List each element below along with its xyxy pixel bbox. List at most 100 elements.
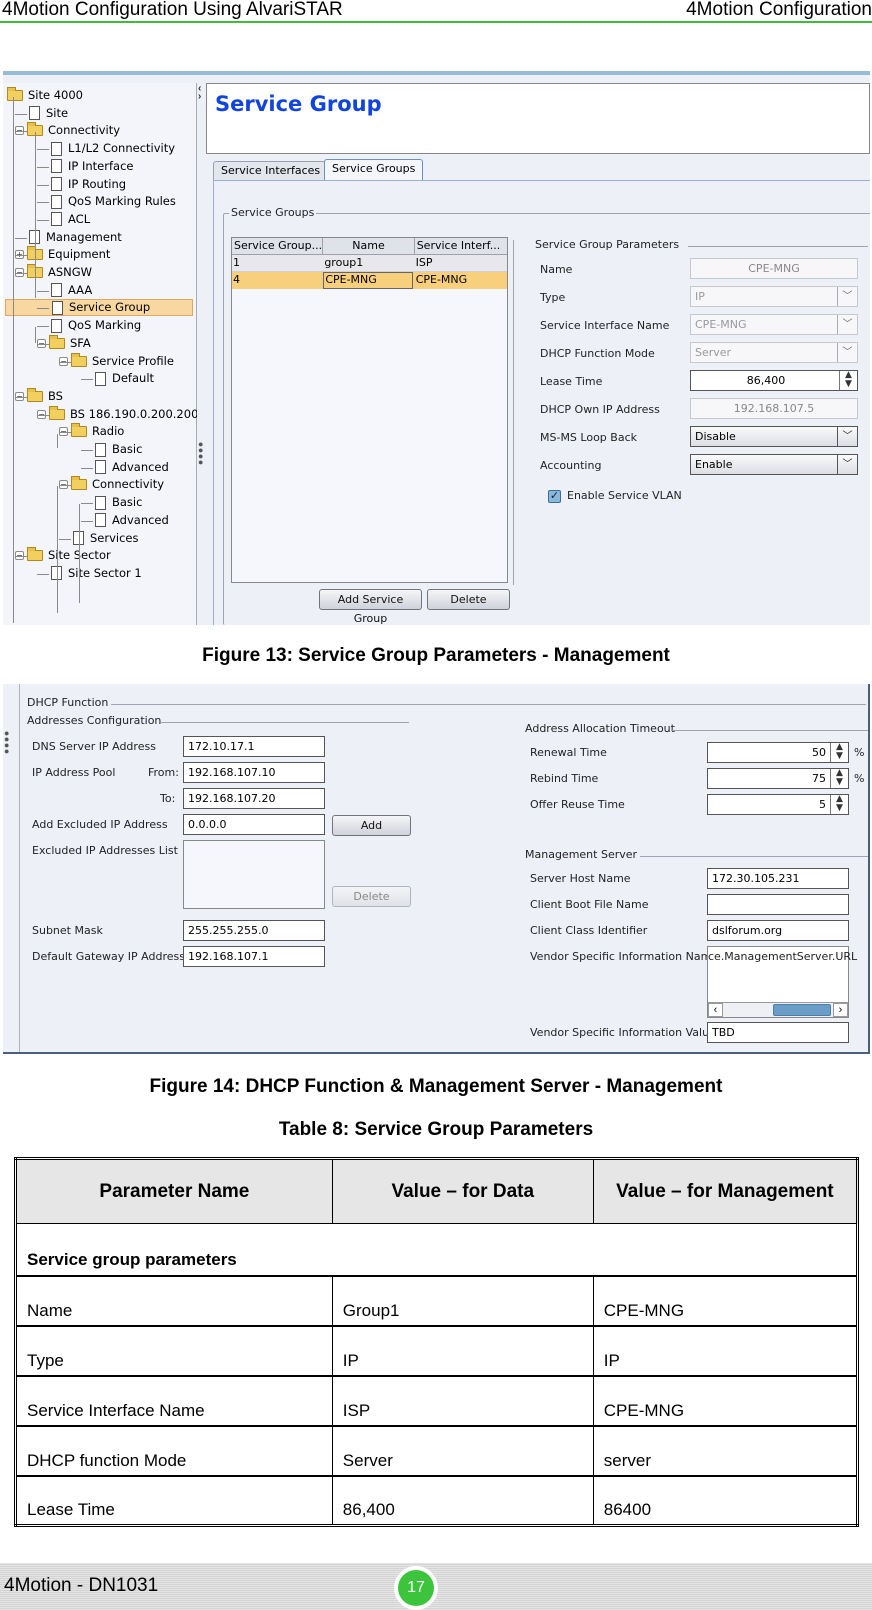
tree-item[interactable]: −BS <box>15 387 63 405</box>
header-divider <box>0 21 872 23</box>
tree-connector <box>57 486 58 613</box>
add-service-group-button[interactable]: Add Service Group <box>319 589 422 625</box>
excluded-list[interactable] <box>183 840 325 909</box>
tree-item[interactable]: −Site Sector <box>15 547 111 564</box>
tree-item[interactable]: Advanced <box>95 459 169 476</box>
type-dropdown[interactable]: IP ﹀ <box>690 286 858 307</box>
grid-column-header[interactable]: Service Interf... <box>414 238 508 255</box>
table-row: Type IP IP <box>15 1325 859 1377</box>
grid-column-header[interactable]: Name <box>323 238 415 255</box>
offer-reuse-spinner[interactable]: 5 ▲ ▼ <box>707 794 849 815</box>
add-excluded-label: Add Excluded IP Address <box>32 818 168 831</box>
grid-row[interactable]: 1 group1 ISP <box>232 255 507 272</box>
tree-item[interactable]: Services <box>73 530 139 547</box>
pool-to-field[interactable]: 192.168.107.20 <box>183 788 325 809</box>
tree-item[interactable]: ACL <box>51 211 90 228</box>
scrollbar-thumb[interactable] <box>773 1004 831 1016</box>
tree-item[interactable]: −Connectivity <box>15 122 120 139</box>
tree-item[interactable]: −Service Profile <box>59 352 174 370</box>
tree-item-label: QoS Marking <box>68 318 142 333</box>
horizontal-scrollbar[interactable]: ‹ › <box>708 1002 848 1017</box>
spinner-arrows-icon[interactable]: ▲ ▼ <box>830 795 848 814</box>
tree-item[interactable]: QoS Marking Rules <box>51 193 176 210</box>
lease-time-spinner[interactable]: 86,400 ▲ ▼ <box>690 370 858 391</box>
vendor-name-textarea[interactable]: ce.ManagementServer.URL ‹ › <box>707 946 857 1018</box>
splitter-grip-icon[interactable]: ● ● ● ● <box>4 729 9 756</box>
tree-item[interactable]: Default <box>95 370 154 387</box>
table-title: Table 8: Service Group Parameters <box>278 1119 594 1140</box>
tree-item[interactable]: Basic <box>95 441 142 458</box>
boot-file-field[interactable] <box>707 894 849 915</box>
rebind-spinner[interactable]: 75 ▲ ▼ <box>707 768 849 789</box>
gateway-field[interactable]: 192.168.107.1 <box>183 946 325 967</box>
table-cell: DHCP function Mode <box>15 1425 333 1477</box>
class-id-field[interactable]: dslforum.org <box>707 920 849 941</box>
tree-connector <box>15 556 27 558</box>
tree-item[interactable]: −SFA <box>37 334 91 352</box>
dhcp-mode-dropdown[interactable]: Server ﹀ <box>690 342 858 363</box>
grid-column-header[interactable]: Service Group... <box>232 238 324 255</box>
tree-item[interactable]: Basic <box>95 494 142 511</box>
pool-from-field[interactable]: 192.168.107.10 <box>183 762 325 783</box>
tab-service-groups[interactable]: Service Groups <box>324 159 424 181</box>
tree-item[interactable]: Site Sector 1 <box>51 565 142 582</box>
enable-service-vlan-checkbox[interactable]: ✓ <box>548 490 561 503</box>
host-field[interactable]: 172.30.105.231 <box>707 868 849 889</box>
tree-item[interactable]: −BS 186.190.0.200.200. <box>37 405 202 423</box>
collapse-arrows-icon[interactable]: ‹ › <box>198 84 201 102</box>
tree-item[interactable]: Advanced <box>95 512 169 529</box>
name-field[interactable]: CPE-MNG <box>690 258 858 279</box>
dhcp-own-ip-field[interactable]: 192.168.107.5 <box>690 398 858 419</box>
tree-item[interactable]: IP Interface <box>51 158 133 175</box>
delete-excluded-button[interactable]: Delete <box>332 886 411 907</box>
tree-item[interactable]: Management <box>29 229 122 246</box>
tree-item[interactable]: −Radio <box>59 423 124 440</box>
page-title: Service Group <box>215 92 382 116</box>
tree-item-label: Equipment <box>48 247 111 262</box>
loopback-value: Disable <box>695 430 736 443</box>
spinner-arrows-icon[interactable]: ▲ ▼ <box>830 743 848 762</box>
tree-item[interactable]: IP Routing <box>51 176 126 193</box>
accounting-dropdown[interactable]: Enable ﹀ <box>690 454 858 475</box>
tree-item[interactable]: Site 4000 <box>7 87 83 104</box>
tree-connector <box>81 467 93 469</box>
spinner-arrows-icon[interactable]: ▲ ▼ <box>830 769 848 788</box>
scroll-left-icon[interactable]: ‹ <box>708 1003 723 1017</box>
add-excluded-field[interactable]: 0.0.0.0 <box>183 814 325 835</box>
tree-item-label: BS <box>48 388 63 403</box>
loopback-dropdown[interactable]: Disable ﹀ <box>690 426 858 447</box>
rebind-value: 75 <box>812 772 826 785</box>
subnet-field[interactable]: 255.255.255.0 <box>183 920 325 941</box>
tree-item[interactable]: L1/L2 Connectivity <box>51 140 175 157</box>
splitter[interactable] <box>197 83 207 625</box>
tab-service-interfaces[interactable]: Service Interfaces <box>213 161 329 180</box>
chevron-down-icon: ﹀ <box>837 427 857 446</box>
add-button[interactable]: Add <box>332 815 411 836</box>
renewal-spinner[interactable]: 50 ▲ ▼ <box>707 742 849 763</box>
tree-item[interactable]: +Equipment <box>15 246 111 263</box>
tree-item[interactable]: QoS Marking <box>51 317 141 334</box>
table-cell: IP <box>331 1325 594 1377</box>
vendor-name-label: Vendor Specific Information Name <box>530 950 719 963</box>
tree-item[interactable]: AAA <box>51 282 92 299</box>
spinner-arrows-icon[interactable]: ▲ ▼ <box>839 371 857 390</box>
vendor-value-field[interactable]: TBD <box>707 1022 849 1043</box>
folder-open-icon <box>71 352 87 367</box>
tree-item[interactable]: −ASNGW <box>15 264 92 281</box>
table-row: DHCP function Mode Server server <box>15 1425 859 1477</box>
grid-cell-focused[interactable]: CPE-MNG <box>323 272 413 289</box>
service-interface-label: Service Interface Name <box>540 319 670 332</box>
grid-row-selected[interactable]: 4 CPE-MNG CPE-MNG <box>232 272 507 289</box>
tree-item[interactable]: Service Group <box>5 299 193 317</box>
scroll-right-icon[interactable]: › <box>833 1003 848 1017</box>
document-icon <box>51 212 62 227</box>
delete-service-group-button[interactable]: Delete <box>427 589 510 610</box>
splitter-grip-icon[interactable]: ● ● ● ● <box>198 440 203 467</box>
figure-13-caption: Figure 13: Service Group Parameters - Ma… <box>202 645 670 666</box>
tree-item[interactable]: Site <box>29 105 68 122</box>
dns-field[interactable]: 172.10.17.1 <box>183 736 325 757</box>
service-interface-dropdown[interactable]: CPE-MNG ﹀ <box>690 314 858 335</box>
tree-item[interactable]: −Connectivity <box>59 476 164 493</box>
timeout-legend: Address Allocation Timeout <box>525 722 675 735</box>
tree-item-label: Site <box>46 105 69 120</box>
